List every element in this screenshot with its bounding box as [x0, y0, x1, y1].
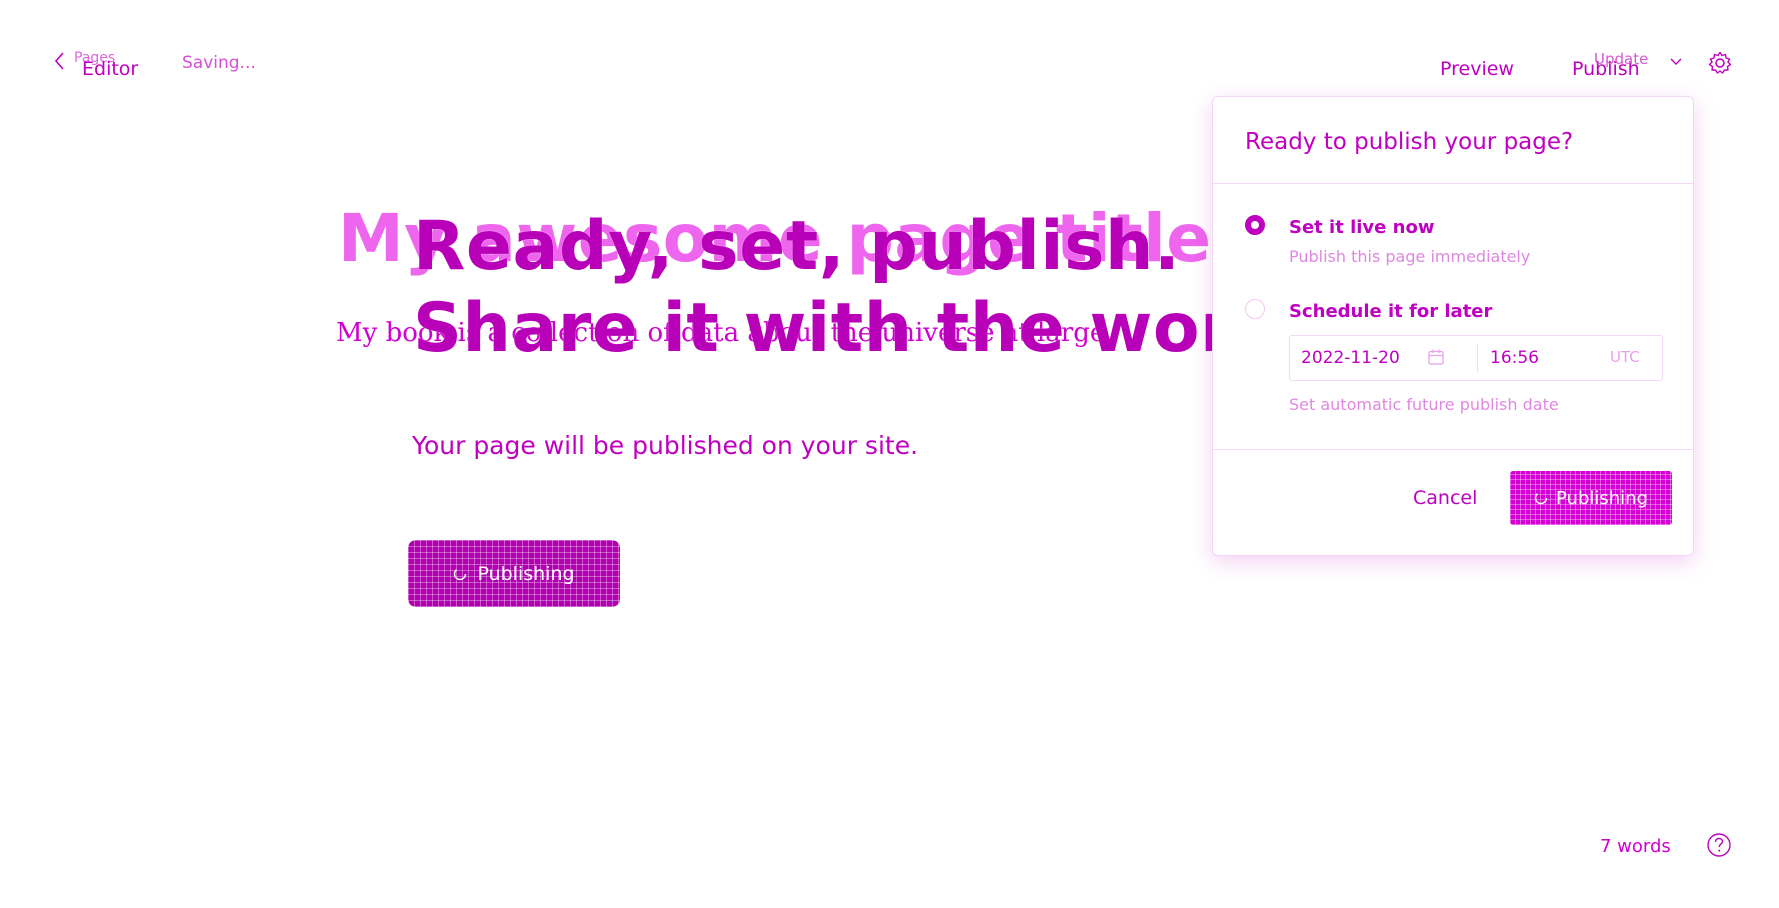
publish-headline-line-1: Ready, set, publish. [413, 207, 1181, 286]
panel-publishing-button-label: Publishing [1556, 487, 1648, 509]
option-schedule-description: Set automatic future publish date [1289, 395, 1559, 414]
publish-panel: Ready to publish your page? Set it live … [1212, 96, 1694, 556]
publish-subtext: Your page will be published on your site… [412, 431, 919, 460]
publish-panel-title: Ready to publish your page? [1245, 129, 1574, 155]
divider [1213, 183, 1693, 184]
publish-headline: Ready, set, publish. Share it with the w… [413, 206, 1333, 370]
update-label: Update [1594, 50, 1649, 68]
save-status: Saving... [182, 53, 256, 73]
divider [1213, 449, 1693, 450]
schedule-time-input[interactable]: 16:56 [1490, 348, 1539, 368]
radio-publish-now[interactable] [1245, 215, 1265, 235]
cancel-button[interactable]: Cancel [1413, 487, 1477, 509]
word-count: 7 words [1600, 836, 1671, 857]
back-to-editor-link[interactable]: Pages Editor [52, 50, 182, 80]
publish-menu-button[interactable]: Publish Update [1572, 48, 1690, 82]
timezone-label: UTC [1610, 348, 1640, 366]
panel-publishing-button[interactable]: Publishing [1510, 471, 1672, 525]
calendar-icon[interactable] [1427, 348, 1445, 366]
spinner-icon [1534, 491, 1548, 505]
editor-screen: Pages Editor Saving... Preview Publish U… [0, 0, 1779, 908]
schedule-date-input[interactable]: 2022-11-20 [1301, 348, 1400, 368]
publishing-button[interactable]: Publishing [408, 540, 620, 607]
publishing-button-label: Publishing [477, 562, 575, 585]
option-publish-now-description: Publish this page immediately [1289, 247, 1531, 266]
gear-icon[interactable] [1707, 50, 1733, 76]
spinner-icon [454, 567, 467, 580]
preview-button[interactable]: Preview [1440, 58, 1514, 80]
back-label: Editor [82, 58, 139, 80]
chevron-down-icon [1670, 58, 1682, 65]
schedule-datetime-field: 2022-11-20 16:56 UTC [1289, 335, 1663, 381]
option-publish-now-label[interactable]: Set it live now [1289, 217, 1434, 238]
help-icon[interactable] [1706, 832, 1732, 858]
radio-schedule-later[interactable] [1245, 299, 1265, 319]
publish-headline-line-2: Share it with the world. [413, 289, 1334, 368]
chevron-left-icon [54, 52, 64, 70]
back-link-labels: Pages Editor [72, 50, 182, 80]
datetime-separator [1477, 344, 1478, 372]
option-schedule-label[interactable]: Schedule it for later [1289, 301, 1492, 322]
